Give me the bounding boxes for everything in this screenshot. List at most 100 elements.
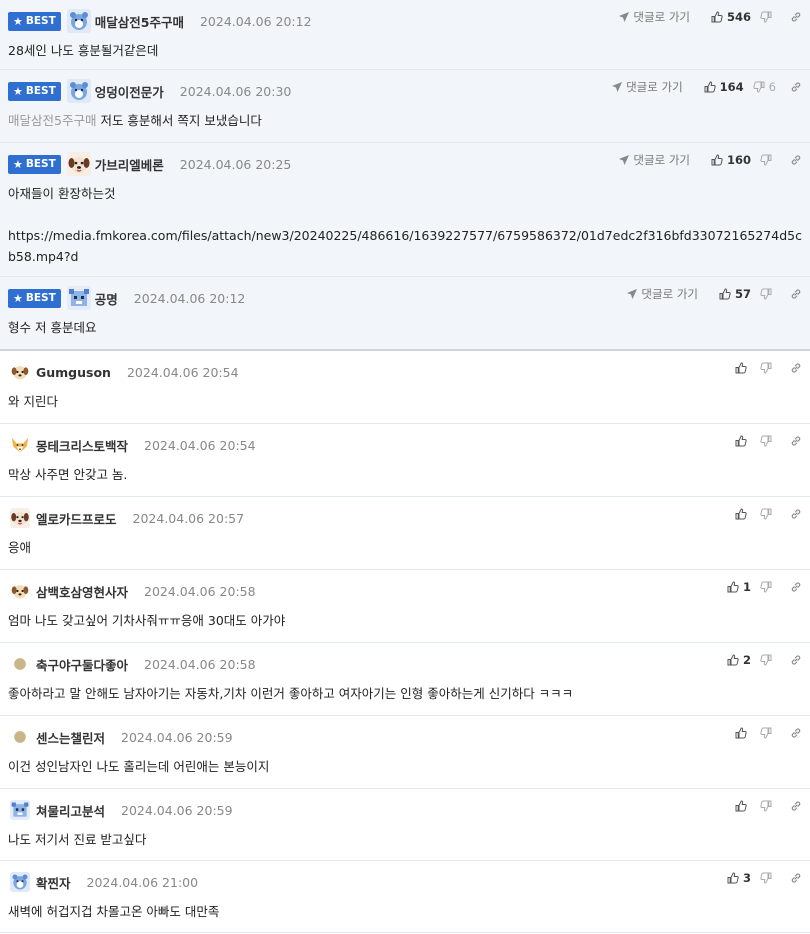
upvote-button[interactable]: 3 — [727, 871, 751, 885]
author-name[interactable]: Gumguson — [36, 365, 111, 380]
author-name[interactable]: 센스는챌린저 — [36, 728, 105, 747]
best-badge-label: BEST — [25, 292, 56, 304]
link-icon[interactable] — [790, 362, 802, 374]
avatar[interactable] — [10, 727, 30, 747]
link-icon[interactable] — [790, 81, 802, 93]
upvote-button[interactable] — [735, 800, 751, 812]
avatar[interactable] — [10, 581, 30, 601]
downvote-button[interactable]: 6 — [753, 80, 776, 94]
link-icon[interactable] — [790, 435, 802, 447]
author-name[interactable]: 가브리엘베론 — [95, 155, 164, 174]
mention-author[interactable]: 매달삼전5주구매 — [8, 113, 96, 128]
comment-body: 좋아하라고 말 안해도 남자아기는 자동차,기차 이런거 좋아하고 여자아기는 … — [8, 686, 574, 701]
downvote-button[interactable] — [760, 154, 776, 166]
thumbs-up-icon — [735, 435, 747, 447]
downvote-button[interactable] — [760, 654, 776, 666]
comment-date: 2024.04.06 20:25 — [179, 156, 292, 172]
go-to-comment-link[interactable]: 댓글로 가기 — [611, 79, 683, 95]
link-icon[interactable] — [790, 800, 802, 812]
thumbs-down-icon — [760, 508, 772, 520]
avatar[interactable] — [66, 9, 91, 33]
star-icon: ★ — [13, 84, 23, 98]
go-to-comment-link[interactable]: 댓글로 가기 — [618, 152, 690, 168]
link-icon[interactable] — [790, 581, 802, 593]
downvote-button[interactable] — [760, 581, 776, 593]
avatar[interactable] — [66, 152, 91, 176]
comment-item: 엘로카드프로도 2024.04.06 20:57 응애 — [0, 497, 810, 570]
go-to-comment-link[interactable]: 댓글로 가기 — [626, 286, 698, 302]
upvote-button[interactable]: 546 — [711, 10, 751, 24]
best-comment: ★ BEST 가브리엘베론 2024.04.06 20:25 댓글로 가기 160 아재들이… — [0, 143, 810, 277]
comment-header: ★ BEST 가브리엘베론 2024.04.06 20:25 — [8, 152, 291, 176]
comment-list: ★ BEST 매달삼전5주구매 2024.04.06 20:12 댓글로 가기 546 28… — [0, 0, 810, 933]
author-name[interactable]: 쳐물리고분석 — [36, 801, 105, 820]
upvote-button[interactable]: 164 — [704, 80, 744, 94]
upvote-button[interactable]: 1 — [727, 580, 751, 594]
comment-item: 몽테크리스토백작 2024.04.06 20:54 막상 사주면 안갖고 놈. — [0, 424, 810, 497]
upvote-button[interactable] — [735, 508, 751, 520]
link-icon[interactable] — [790, 654, 802, 666]
comment-text: 막상 사주면 안갖고 놈. — [8, 464, 802, 485]
avatar[interactable] — [66, 79, 91, 103]
link-icon[interactable] — [790, 508, 802, 520]
comment-actions: 댓글로 가기 57 — [626, 285, 802, 303]
comment-text: 나도 저기서 진료 받고싶다 — [8, 829, 802, 850]
comment-actions — [726, 797, 802, 815]
avatar[interactable] — [66, 286, 91, 310]
arrow-icon — [611, 81, 623, 93]
upvote-button[interactable]: 2 — [727, 653, 751, 667]
downvote-button[interactable] — [760, 11, 776, 23]
comment-header: Gumguson 2024.04.06 20:54 — [8, 360, 239, 384]
author-name[interactable]: 축구야구둘다좋아 — [36, 655, 128, 674]
avatar[interactable] — [10, 800, 30, 820]
comment-actions — [726, 432, 802, 450]
avatar[interactable] — [10, 508, 30, 528]
comment-header: ★ BEST 매달삼전5주구매 2024.04.06 20:12 — [8, 9, 312, 33]
avatar[interactable] — [10, 362, 30, 382]
author-name[interactable]: 엉덩이전문가 — [95, 82, 164, 101]
upvote-count: 2 — [742, 653, 751, 667]
author-name[interactable]: 몽테크리스토백작 — [36, 436, 128, 455]
link-icon[interactable] — [790, 288, 802, 300]
comment-body: 막상 사주면 안갖고 놈. — [8, 467, 128, 482]
best-badge: ★ BEST — [8, 288, 61, 308]
avatar[interactable] — [10, 872, 30, 892]
comment-header: 축구야구둘다좋아 2024.04.06 20:58 — [8, 652, 256, 676]
link-icon[interactable] — [790, 154, 802, 166]
upvote-button[interactable]: 57 — [719, 287, 751, 301]
author-name[interactable]: 매달삼전5주구매 — [95, 12, 184, 31]
upvote-button[interactable]: 160 — [711, 153, 751, 167]
author-name[interactable]: 삼백호삼영현사자 — [36, 582, 128, 601]
upvote-button[interactable] — [735, 727, 751, 739]
link-icon[interactable] — [790, 727, 802, 739]
comment-text: 엄마 나도 갖고싶어 기차사줘ㅠㅠ응애 30대도 아가야 — [8, 610, 802, 631]
best-badge-label: BEST — [25, 158, 56, 170]
downvote-button[interactable] — [760, 362, 776, 374]
comment-body: 엄마 나도 갖고싶어 기차사줘ㅠㅠ응애 30대도 아가야 — [8, 613, 286, 628]
comment-item: Gumguson 2024.04.06 20:54 와 지린다 — [0, 351, 810, 424]
downvote-button[interactable] — [760, 508, 776, 520]
go-to-comment-link[interactable]: 댓글로 가기 — [618, 9, 690, 25]
downvote-button[interactable] — [760, 435, 776, 447]
downvote-button[interactable] — [760, 288, 776, 300]
best-comment: ★ BEST 공명 2024.04.06 20:12 댓글로 가기 57 형수 저 흥분데요 — [0, 277, 810, 351]
avatar[interactable] — [10, 435, 30, 455]
comment-actions: 댓글로 가기 546 — [618, 8, 802, 26]
best-comment-list: ★ BEST 매달삼전5주구매 2024.04.06 20:12 댓글로 가기 546 28… — [0, 0, 810, 351]
author-name[interactable]: 공명 — [95, 289, 118, 308]
avatar[interactable] — [10, 654, 30, 674]
best-comment: ★ BEST 엉덩이전문가 2024.04.06 20:30 댓글로 가기 164 6 매달삼… — [0, 70, 810, 143]
thumbs-up-icon — [711, 154, 723, 166]
comment-header: 삼백호삼영현사자 2024.04.06 20:58 — [8, 579, 256, 603]
link-icon[interactable] — [790, 872, 802, 884]
author-name[interactable]: 엘로카드프로도 — [36, 509, 117, 528]
downvote-button[interactable] — [760, 872, 776, 884]
thumbs-down-icon — [760, 727, 772, 739]
downvote-button[interactable] — [760, 800, 776, 812]
upvote-button[interactable] — [735, 435, 751, 447]
author-name[interactable]: 확찐자 — [36, 873, 71, 892]
upvote-button[interactable] — [735, 362, 751, 374]
link-icon[interactable] — [790, 11, 802, 23]
downvote-button[interactable] — [760, 727, 776, 739]
star-icon: ★ — [13, 291, 23, 305]
